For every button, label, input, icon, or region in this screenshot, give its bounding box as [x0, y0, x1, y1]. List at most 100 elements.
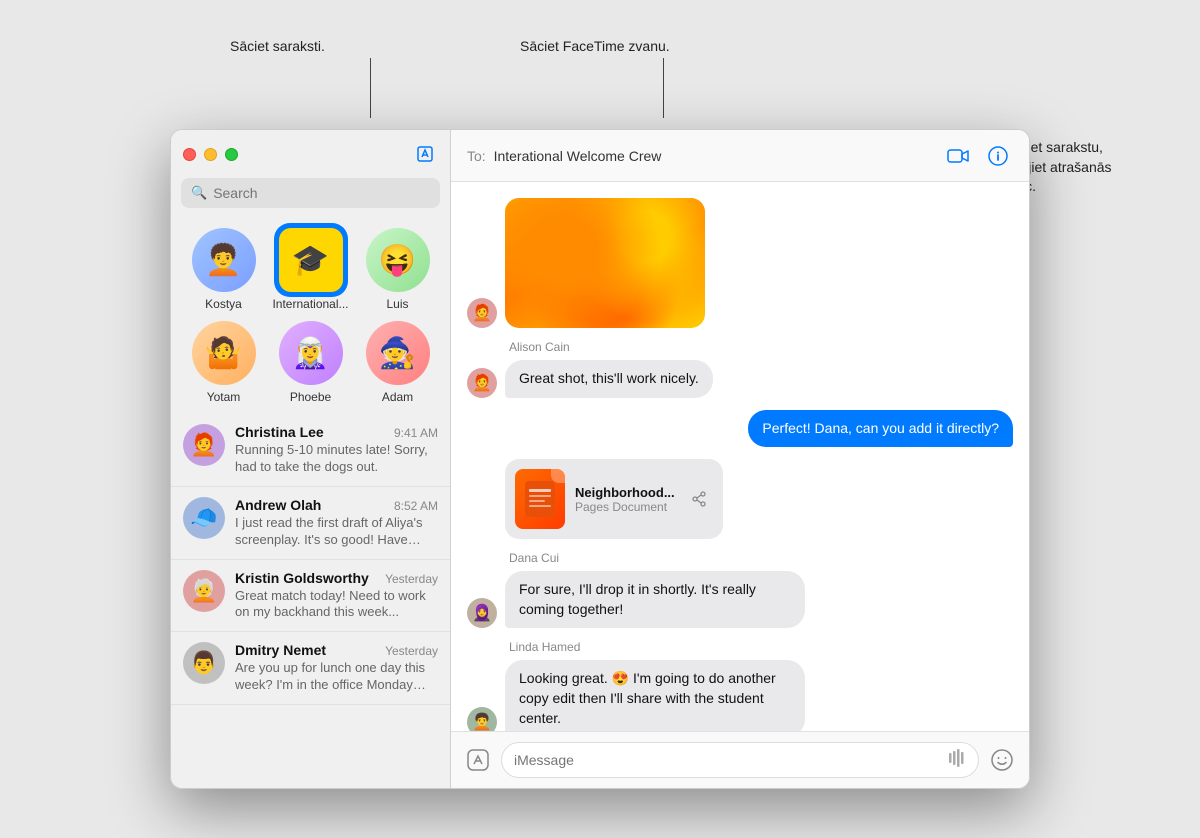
msg-group-photo: 🧑‍🦰 — [467, 198, 1013, 328]
page-wrapper: Sāciet saraksti. Sāciet FaceTime zvanu. … — [0, 0, 1200, 838]
avatar-kostya: 🧑‍🦱 — [192, 228, 256, 292]
conv-header-kristin: Kristin Goldsworthy Yesterday — [235, 570, 438, 586]
avatar-wrapper-phoebe: 🧝‍♀️ — [279, 321, 343, 385]
doc-icon — [515, 469, 565, 529]
msg-group-outgoing1: Perfect! Dana, can you add it directly? — [467, 410, 1013, 448]
bubble-linda: Looking great. 😍 I'm going to do another… — [505, 660, 805, 731]
conv-item-christina[interactable]: 🧑‍🦰 Christina Lee 9:41 AM Running 5-10 m… — [171, 414, 450, 487]
app-window: 🔍 🧑‍🦱 Kostya 🎓 Interna — [170, 129, 1030, 789]
conv-avatar-kristin: 🧑‍🦳 — [183, 570, 225, 612]
pinned-item-phoebe[interactable]: 🧝‍♀️ Phoebe — [272, 321, 349, 404]
conv-item-andrew[interactable]: 🧢 Andrew Olah 8:52 AM I just read the fi… — [171, 487, 450, 560]
search-bar[interactable]: 🔍 — [181, 178, 440, 208]
conv-time-dmitry: Yesterday — [385, 644, 438, 658]
to-value: Interational Welcome Crew — [494, 148, 662, 164]
conv-name-kristin: Kristin Goldsworthy — [235, 570, 369, 586]
msg-group-alison1: Alison Cain 🧑‍🦰 Great shot, this'll work… — [467, 340, 1013, 398]
avatar-luis: 😝 — [366, 228, 430, 292]
avatar-wrapper-adam: 🧙 — [366, 321, 430, 385]
avatar-selected-bg: 🎓 — [274, 223, 348, 297]
messages-container: 🧑‍🦰 Alison Cain 🧑‍🦰 Great shot, this'll … — [451, 182, 1029, 731]
msg-group-dana: Dana Cui 🧕 For sure, I'll drop it in sho… — [467, 551, 1013, 628]
compose-arrow-line — [370, 58, 371, 118]
titlebar — [171, 130, 450, 178]
pinned-label-kostya: Kostya — [205, 297, 242, 311]
conv-time-kristin: Yesterday — [385, 572, 438, 586]
to-label: To: — [467, 148, 486, 164]
chat-title: To: Interational Welcome Crew — [467, 148, 933, 164]
avatar-wrapper-kostya: 🧑‍🦱 — [192, 228, 256, 292]
conv-preview-kristin: Great match today! Need to work on my ba… — [235, 588, 438, 622]
audio-icon[interactable] — [948, 749, 966, 772]
avatar-international: 🎓 — [279, 228, 343, 292]
doc-info: Neighborhood... Pages Document — [575, 485, 675, 514]
msg-avatar-alison1: 🧑‍🦰 — [467, 368, 497, 398]
chat-header: To: Interational Welcome Crew — [451, 130, 1029, 182]
app-store-button[interactable] — [463, 745, 493, 775]
facetime-button[interactable] — [943, 141, 973, 171]
conv-preview-dmitry: Are you up for lunch one day this week? … — [235, 660, 438, 694]
pinned-item-adam[interactable]: 🧙 Adam — [359, 321, 436, 404]
message-input[interactable] — [514, 752, 940, 768]
input-area — [451, 731, 1029, 788]
avatar-wrapper-yotam: 🤷 — [192, 321, 256, 385]
conv-content-christina: Christina Lee 9:41 AM Running 5-10 minut… — [235, 424, 438, 476]
conv-time-andrew: 8:52 AM — [394, 499, 438, 513]
conv-time-christina: 9:41 AM — [394, 426, 438, 440]
avatar-wrapper-international: 🎓 — [279, 228, 343, 292]
compose-button[interactable] — [412, 141, 438, 167]
msg-group-doc: Neighborhood... Pages Document — [467, 459, 1013, 539]
emoji-button[interactable] — [987, 745, 1017, 775]
conv-content-dmitry: Dmitry Nemet Yesterday Are you up for lu… — [235, 642, 438, 694]
msg-avatar-dana: 🧕 — [467, 598, 497, 628]
bubble-outgoing1: Perfect! Dana, can you add it directly? — [748, 410, 1013, 448]
info-button[interactable] — [983, 141, 1013, 171]
conv-preview-andrew: I just read the first draft of Aliya's s… — [235, 515, 438, 549]
conv-header-dmitry: Dmitry Nemet Yesterday — [235, 642, 438, 658]
avatar-adam: 🧙 — [366, 321, 430, 385]
search-input[interactable] — [213, 185, 430, 201]
conv-avatar-dmitry: 👨 — [183, 642, 225, 684]
doc-bubble[interactable]: Neighborhood... Pages Document — [505, 459, 723, 539]
msg-row-dana: 🧕 For sure, I'll drop it in shortly. It'… — [467, 571, 1013, 628]
conv-preview-christina: Running 5-10 minutes late! Sorry, had to… — [235, 442, 438, 476]
sidebar: 🔍 🧑‍🦱 Kostya 🎓 Interna — [171, 130, 451, 788]
close-button[interactable] — [183, 148, 196, 161]
avatar-phoebe: 🧝‍♀️ — [279, 321, 343, 385]
conv-item-dmitry[interactable]: 👨 Dmitry Nemet Yesterday Are you up for … — [171, 632, 450, 705]
maximize-button[interactable] — [225, 148, 238, 161]
bubble-dana: For sure, I'll drop it in shortly. It's … — [505, 571, 805, 628]
avatar-wrapper-luis: 😝 — [366, 228, 430, 292]
pinned-label-luis: Luis — [386, 297, 408, 311]
bubble-alison1: Great shot, this'll work nicely. — [505, 360, 713, 398]
pinned-label-yotam: Yotam — [207, 390, 241, 404]
pinned-label-international: International... — [272, 297, 348, 311]
pinned-contacts-grid: 🧑‍🦱 Kostya 🎓 International... 😝 — [171, 218, 450, 414]
msg-row-photo: 🧑‍🦰 — [467, 198, 1013, 328]
photo-bubble-inner — [505, 198, 705, 328]
doc-type: Pages Document — [575, 500, 675, 514]
pinned-label-phoebe: Phoebe — [290, 390, 331, 404]
facetime-arrow-line — [663, 58, 664, 118]
doc-name: Neighborhood... — [575, 485, 675, 500]
conv-item-kristin[interactable]: 🧑‍🦳 Kristin Goldsworthy Yesterday Great … — [171, 560, 450, 633]
conv-name-andrew: Andrew Olah — [235, 497, 321, 513]
minimize-button[interactable] — [204, 148, 217, 161]
message-input-wrapper[interactable] — [501, 742, 979, 778]
sender-name-dana: Dana Cui — [509, 551, 1013, 565]
pinned-item-yotam[interactable]: 🤷 Yotam — [185, 321, 262, 404]
msg-avatar-alison-photo: 🧑‍🦰 — [467, 298, 497, 328]
msg-row-outgoing1: Perfect! Dana, can you add it directly? — [467, 410, 1013, 448]
conv-content-andrew: Andrew Olah 8:52 AM I just read the firs… — [235, 497, 438, 549]
doc-share-button[interactable] — [685, 485, 713, 513]
pinned-label-adam: Adam — [382, 390, 413, 404]
pinned-item-kostya[interactable]: 🧑‍🦱 Kostya — [185, 228, 262, 311]
conversation-list: 🧑‍🦰 Christina Lee 9:41 AM Running 5-10 m… — [171, 414, 450, 788]
pinned-item-luis[interactable]: 😝 Luis — [359, 228, 436, 311]
conv-avatar-christina: 🧑‍🦰 — [183, 424, 225, 466]
msg-row-alison1: 🧑‍🦰 Great shot, this'll work nicely. — [467, 360, 1013, 398]
msg-row-doc: Neighborhood... Pages Document — [467, 459, 1013, 539]
sender-name-linda: Linda Hamed — [509, 640, 1013, 654]
pinned-item-international[interactable]: 🎓 International... — [272, 228, 349, 311]
annotation-facetime: Sāciet FaceTime zvanu. — [520, 38, 670, 54]
